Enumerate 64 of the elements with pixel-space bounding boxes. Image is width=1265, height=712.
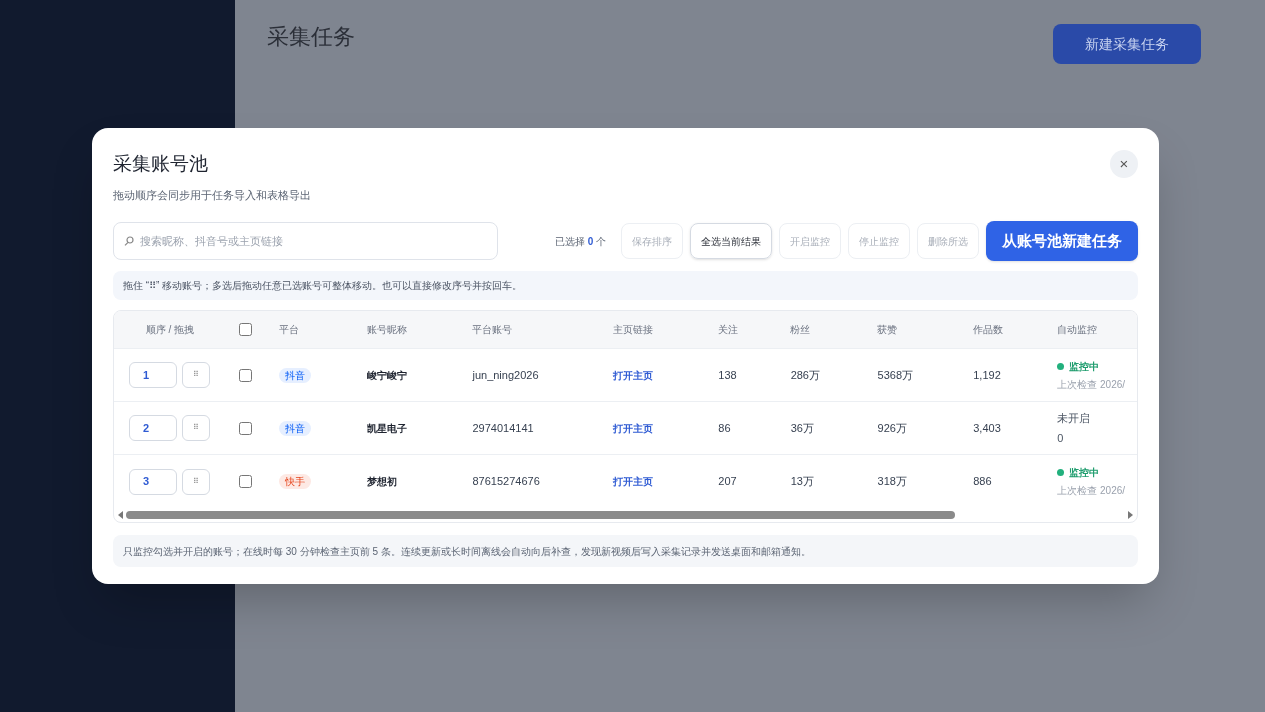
dialog-subtitle: 拖动顺序会同步用于任务导入和表格导出 — [113, 187, 311, 203]
close-button[interactable]: × — [1110, 150, 1138, 178]
likes-count: 318万 — [877, 475, 907, 488]
last-check-time: 上次检查 2026/ — [1057, 377, 1127, 392]
drag-handle[interactable]: ⠿ — [182, 468, 210, 495]
toolbar-button[interactable]: 全选当前结果 — [690, 223, 772, 259]
column-header: 关注 — [718, 324, 739, 335]
fans-count: 13万 — [790, 475, 814, 488]
following-count: 207 — [718, 475, 737, 488]
search-icon — [124, 236, 134, 246]
column-header: 平台 — [278, 324, 299, 335]
monitor-status: 监控中 — [1069, 466, 1100, 480]
account-id: 87615274676 — [472, 475, 540, 488]
select-all-checkbox[interactable] — [238, 323, 252, 336]
column-header: 顺序 / 拖拽 — [144, 323, 196, 337]
order-input[interactable]: 2 — [129, 415, 177, 441]
platform-tag: 快手 — [279, 474, 312, 490]
column-header: 获赞 — [877, 324, 898, 335]
search-field[interactable]: 搜索昵称、抖音号或主页链接 — [113, 222, 498, 260]
drag-handle[interactable]: ⠿ — [182, 415, 210, 441]
fans-count: 286万 — [790, 368, 820, 381]
homepage-link[interactable]: 打开主页 — [612, 369, 653, 381]
column-header: 主页链接 — [612, 324, 653, 335]
drag-handle[interactable]: ⠿ — [182, 362, 210, 388]
column-header: 作品数 — [973, 324, 1004, 335]
monitor-status: 未开启 — [1057, 411, 1092, 426]
last-check-time: 上次检查 2026/ — [1057, 484, 1127, 498]
monitor-status: 监控中 — [1069, 359, 1100, 374]
account-id: 2974014141 — [472, 421, 534, 434]
likes-count: 5368万 — [877, 368, 914, 381]
selection-count: 已选择 0 个 — [554, 234, 606, 249]
account-id: jun_ning2026 — [472, 368, 539, 381]
platform-tag: 抖音 — [279, 367, 312, 383]
column-header: 粉丝 — [790, 324, 811, 335]
homepage-link[interactable]: 打开主页 — [612, 476, 653, 488]
works-count: 3,403 — [973, 421, 1001, 434]
nickname: 峻宁峻宁 — [367, 369, 408, 381]
create-task-button[interactable]: 从账号池新建任务 — [986, 221, 1138, 261]
column-header: 账号昵称 — [366, 324, 407, 335]
scroll-right-icon[interactable] — [1128, 511, 1133, 519]
following-count: 86 — [718, 421, 731, 434]
fans-count: 36万 — [790, 421, 814, 434]
row-checkbox[interactable] — [239, 421, 253, 435]
works-count: 886 — [973, 475, 992, 488]
row-checkbox[interactable] — [239, 475, 253, 488]
dialog-title: 采集账号池 — [113, 152, 209, 176]
order-input[interactable]: 1 — [129, 362, 177, 388]
nickname: 梦想初 — [367, 476, 398, 488]
new-task-button[interactable]: 新建采集任务 — [1053, 24, 1201, 64]
following-count: 138 — [718, 368, 737, 381]
column-header: 平台账号 — [472, 324, 513, 335]
check-count: 0 — [1057, 430, 1065, 446]
order-input[interactable]: 3 — [129, 468, 177, 495]
homepage-link[interactable]: 打开主页 — [612, 422, 653, 434]
footer-note: 只监控勾选并开启的账号；在线时每 30 分钟检查主页前 5 条。连续更新或长时间离线会自动向后补查，发现新视频后写入采集记录并发送桌面和邮箱通知。 — [113, 535, 1138, 567]
likes-count: 926万 — [877, 421, 907, 434]
page-title: 采集任务 — [267, 23, 355, 51]
hint-banner: 拖住 “⠿” 移动账号；多选后拖动任意已选账号可整体移动。也可以直接修改序号并按回车。 — [113, 271, 1138, 300]
works-count: 1,192 — [973, 368, 1001, 381]
scroll-left-icon[interactable] — [118, 511, 123, 519]
nickname: 凯星电子 — [367, 422, 408, 434]
platform-tag: 抖音 — [279, 420, 312, 436]
row-checkbox[interactable] — [239, 368, 253, 382]
column-header: 自动监控 — [1057, 324, 1098, 335]
